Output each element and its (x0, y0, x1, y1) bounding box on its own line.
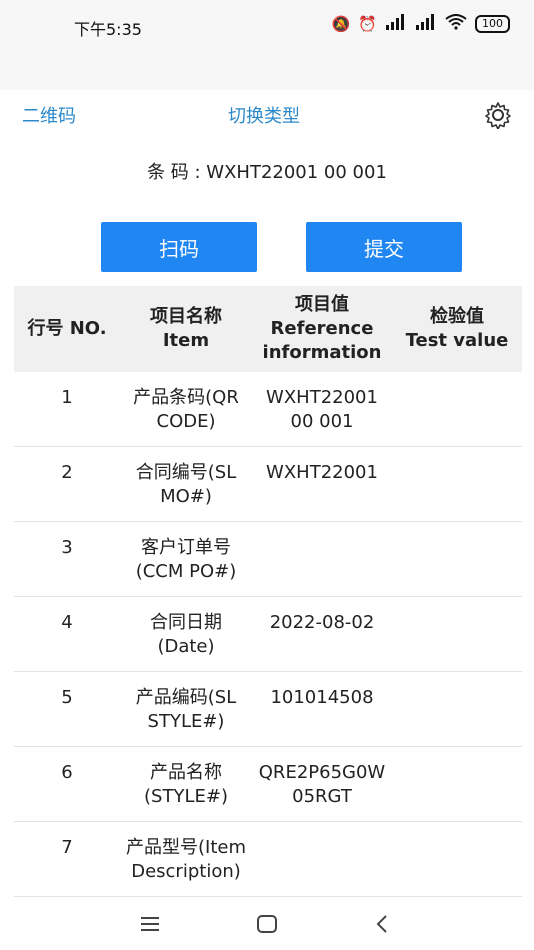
app-header: 二维码 切换类型 (0, 90, 534, 138)
cell-name: 客户订单号(CCM PO#) (120, 521, 252, 597)
inspection-table-container[interactable]: 行号 NO. 项目名称 Item 项目值 Reference informati… (14, 286, 522, 900)
mute-icon: 🔕 (331, 15, 351, 33)
cell-name: 产品名称(STYLE#) (120, 746, 252, 822)
cell-test[interactable] (392, 746, 522, 822)
cell-ref (252, 521, 392, 597)
menu-icon (141, 917, 159, 931)
submit-button[interactable]: 提交 (306, 222, 462, 272)
cell-test[interactable] (392, 372, 522, 447)
cell-no: 2 (14, 446, 120, 522)
cell-ref (252, 821, 392, 897)
cell-test[interactable] (392, 671, 522, 747)
alarm-icon: ⏰ (358, 15, 377, 33)
cell-ref: 2022-08-02 (252, 596, 392, 672)
status-time: 下午5:35 (74, 20, 142, 39)
table-row: 6 产品名称(STYLE#) QRE2P65G0W05RGT (14, 746, 522, 822)
cell-name: 产品编码(SL STYLE#) (120, 671, 252, 747)
cell-no: 4 (14, 596, 120, 672)
signal-icon-2 (415, 14, 437, 34)
inspection-table: 行号 NO. 项目名称 Item 项目值 Reference informati… (14, 286, 522, 897)
menu-button[interactable] (138, 912, 162, 936)
home-button[interactable] (255, 912, 279, 936)
status-bar: 下午5:35 🔕 ⏰ 100 (0, 0, 534, 90)
settings-button[interactable] (484, 101, 512, 130)
barcode-label: 条 码 : WXHT22001 00 001 (147, 162, 387, 183)
cell-ref: QRE2P65G0W05RGT (252, 746, 392, 822)
scan-button[interactable]: 扫码 (101, 222, 257, 272)
cell-ref: 101014508 (252, 671, 392, 747)
cell-test[interactable] (392, 521, 522, 597)
cell-ref: WXHT22001 00 001 (252, 372, 392, 447)
table-row: 2 合同编号(SL MO#) WXHT22001 (14, 446, 522, 522)
cell-no: 6 (14, 746, 120, 822)
cell-no: 5 (14, 671, 120, 747)
cell-test[interactable] (392, 446, 522, 522)
wifi-icon (445, 14, 467, 34)
switch-type-button[interactable]: 切换类型 (228, 102, 300, 128)
cell-test[interactable] (392, 596, 522, 672)
gear-icon (485, 102, 511, 130)
header-reference: 项目值 Reference information (252, 286, 392, 372)
cell-name: 合同编号(SL MO#) (120, 446, 252, 522)
qr-code-tab[interactable]: 二维码 (22, 102, 76, 128)
home-icon (257, 915, 277, 933)
cell-name: 产品条码(QR CODE) (120, 372, 252, 447)
back-icon (376, 915, 387, 933)
header-row-no: 行号 NO. (14, 286, 120, 372)
cell-name: 合同日期(Date) (120, 596, 252, 672)
table-header-row: 行号 NO. 项目名称 Item 项目值 Reference informati… (14, 286, 522, 372)
signal-icon (385, 14, 407, 34)
battery-icon: 100 (475, 15, 510, 33)
cell-test[interactable] (392, 821, 522, 897)
status-icons: 🔕 ⏰ 100 (332, 14, 510, 34)
cell-no: 1 (14, 372, 120, 447)
cell-ref: WXHT22001 (252, 446, 392, 522)
cell-name: 产品型号(Item Description) (120, 821, 252, 897)
header-item-name: 项目名称 Item (120, 286, 252, 372)
table-row: 3 客户订单号(CCM PO#) (14, 521, 522, 597)
table-row: 7 产品型号(Item Description) (14, 821, 522, 897)
table-row: 5 产品编码(SL STYLE#) 101014508 (14, 671, 522, 747)
table-row: 4 合同日期(Date) 2022-08-02 (14, 596, 522, 672)
cell-no: 3 (14, 521, 120, 597)
system-nav-bar (0, 900, 534, 950)
cell-no: 7 (14, 821, 120, 897)
table-row: 1 产品条码(QR CODE) WXHT22001 00 001 (14, 372, 522, 447)
back-button[interactable] (371, 912, 395, 936)
header-test-value: 检验值 Test value (392, 286, 522, 372)
